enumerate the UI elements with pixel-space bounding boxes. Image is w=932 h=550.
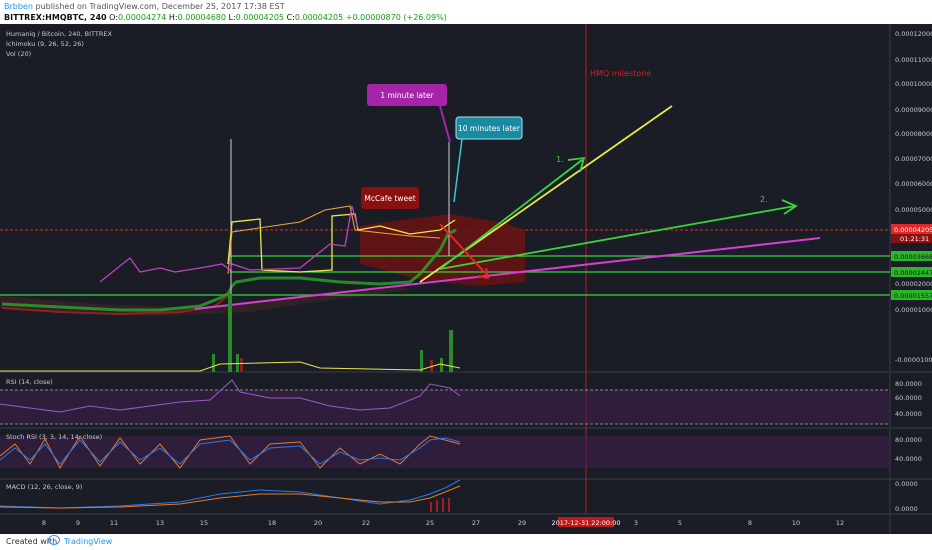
macd-legend[interactable]: MACD (12, 26, close, 9) bbox=[6, 483, 82, 491]
time-axis: 8 9 11 13 15 18 20 22 25 27 29 3 5 8 10 … bbox=[42, 519, 844, 527]
macd-tick: 0.0000 bbox=[895, 480, 918, 488]
time-tick: 5 bbox=[678, 519, 682, 527]
author-link[interactable]: Brbben bbox=[4, 2, 33, 11]
screenshot-frame: Brbben published on TradingView.com, Dec… bbox=[0, 0, 932, 550]
time-tick: 22 bbox=[362, 519, 370, 527]
arrow-1-label: 1. bbox=[556, 155, 564, 164]
arrow-2-label: 2. bbox=[760, 195, 768, 204]
time-tick: 13 bbox=[156, 519, 164, 527]
tradingview-logo-icon bbox=[48, 535, 60, 545]
volume-legend[interactable]: Vol (20) bbox=[6, 50, 31, 58]
macd-tick: 0.0000 bbox=[895, 505, 918, 513]
main-legend-title[interactable]: Humaniq / Bitcoin, 240, BITTREX bbox=[6, 30, 112, 38]
publish-line: Brbben published on TradingView.com, Dec… bbox=[4, 2, 285, 11]
footer-brand[interactable]: TradingView bbox=[64, 537, 112, 546]
change-value: +0.00000870 (+26.09%) bbox=[345, 13, 447, 22]
low-value: 0.00004205 bbox=[235, 13, 285, 22]
high-value: 0.00004680 bbox=[177, 13, 226, 22]
current-price-tag-text: 0.00004205 bbox=[894, 226, 932, 234]
price-tick: 0.00005000 bbox=[895, 206, 932, 214]
rsi-legend[interactable]: RSI (14, close) bbox=[6, 378, 53, 386]
support-2-tag-text: 0.00002447 bbox=[894, 269, 932, 277]
time-tick: 12 bbox=[836, 519, 844, 527]
callout-one-minute-pointer bbox=[439, 105, 451, 143]
time-tick: 18 bbox=[268, 519, 276, 527]
close-label: C: bbox=[286, 13, 295, 22]
publish-info: published on TradingView.com, December 2… bbox=[35, 2, 285, 11]
stoch-tick: 80.0000 bbox=[895, 436, 922, 444]
open-value: 0.00004274 bbox=[117, 13, 167, 22]
callout-one-minute-text: 1 minute later bbox=[380, 91, 434, 100]
support-1-tag-text: 0.00003668 bbox=[894, 253, 932, 261]
low-label: L: bbox=[228, 13, 236, 22]
rsi-tick: 40.0000 bbox=[895, 410, 922, 418]
stoch-band bbox=[0, 436, 890, 468]
callout-ten-minutes-pointer bbox=[453, 138, 463, 203]
ichimoku-legend[interactable]: Ichimoku (9, 26, 52, 26) bbox=[6, 40, 84, 48]
high-label: H: bbox=[168, 13, 178, 22]
open-label: O: bbox=[109, 13, 118, 22]
price-tick: -0.00001000 bbox=[895, 356, 932, 364]
price-tick: 0.00001000 bbox=[895, 306, 932, 314]
price-tick: 0.00011000 bbox=[895, 56, 932, 64]
time-tick: 20 bbox=[314, 519, 322, 527]
price-tick: 0.00010000 bbox=[895, 80, 932, 88]
price-tick: 0.00012000 bbox=[895, 30, 932, 38]
time-tick: 29 bbox=[518, 519, 526, 527]
support-3-tag-text: 0.00001557 bbox=[894, 292, 932, 300]
time-tick: 8 bbox=[42, 519, 46, 527]
time-tick: 10 bbox=[792, 519, 800, 527]
callout-one-minute[interactable]: 1 minute later bbox=[367, 84, 451, 143]
macd-histogram bbox=[430, 498, 450, 512]
price-tick: 0.00007000 bbox=[895, 155, 932, 163]
callout-ten-minutes-text: 10 minutes later bbox=[458, 124, 521, 133]
ohlc-line: BITTREX:HMQBTC, 240 O:0.00004274 H:0.000… bbox=[4, 13, 447, 22]
time-tick: 25 bbox=[426, 519, 434, 527]
time-tick: 8 bbox=[748, 519, 752, 527]
time-tick: 27 bbox=[472, 519, 480, 527]
price-tick: 0.00009000 bbox=[895, 106, 932, 114]
time-highlight-text: 2017-12-31 22:00:00 bbox=[551, 519, 620, 527]
time-tick: 11 bbox=[110, 519, 118, 527]
price-tick: 0.00002000 bbox=[895, 280, 932, 288]
time-tick: 9 bbox=[76, 519, 80, 527]
footer: Created with TradingView bbox=[0, 534, 932, 550]
rsi-tick: 80.0000 bbox=[895, 380, 922, 388]
callout-mccafe[interactable]: McCafe tweet bbox=[361, 187, 419, 209]
rsi-tick: 60.0000 bbox=[895, 394, 922, 402]
indicator-axes: 80.0000 60.0000 40.0000 80.0000 40.0000 … bbox=[895, 380, 922, 513]
time-tick: 15 bbox=[200, 519, 208, 527]
close-value: 0.00004205 bbox=[294, 13, 344, 22]
stoch-tick: 40.0000 bbox=[895, 455, 922, 463]
price-axis: 0.00012000 0.00011000 0.00010000 0.00009… bbox=[895, 30, 932, 364]
countdown-tag-text: 01:21:31 bbox=[900, 235, 929, 243]
price-tick: 0.00006000 bbox=[895, 180, 932, 188]
price-tick: 0.00008000 bbox=[895, 130, 932, 138]
chart-area[interactable]: HMQ milestone 1. 2. 1 minute later 10 mi… bbox=[0, 24, 932, 534]
stoch-legend[interactable]: Stoch RSI (3, 3, 14, 14, close) bbox=[6, 433, 102, 441]
chart-svg: HMQ milestone 1. 2. 1 minute later 10 mi… bbox=[0, 24, 932, 534]
callout-mccafe-text: McCafe tweet bbox=[364, 194, 415, 203]
milestone-label: HMQ milestone bbox=[590, 69, 651, 78]
symbol-label: BITTREX:HMQBTC, 240 bbox=[4, 13, 107, 22]
callout-ten-minutes[interactable]: 10 minutes later bbox=[453, 116, 523, 203]
time-tick: 3 bbox=[634, 519, 638, 527]
rsi-band bbox=[0, 390, 890, 424]
